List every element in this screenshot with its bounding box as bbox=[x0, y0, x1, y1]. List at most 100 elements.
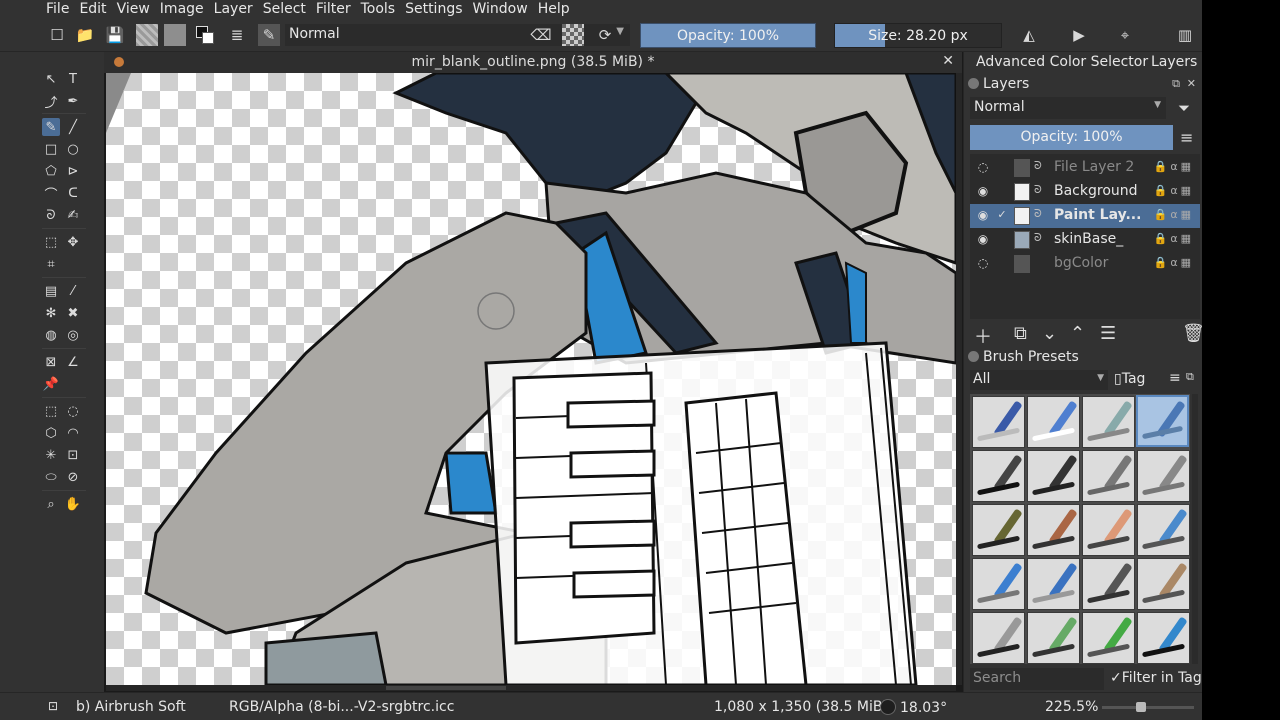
zoom-slider-handle[interactable] bbox=[1136, 702, 1146, 712]
preset-tile[interactable] bbox=[1027, 504, 1080, 556]
eye-icon[interactable]: ◉ bbox=[975, 184, 991, 200]
zoom-tool-icon[interactable]: ⌕ bbox=[42, 495, 60, 513]
preset-tile[interactable] bbox=[1082, 612, 1135, 664]
gradient-swatch-icon[interactable] bbox=[136, 24, 158, 46]
fg-bg-color-icon[interactable] bbox=[194, 24, 216, 46]
menu-view[interactable]: View bbox=[117, 1, 150, 17]
ellipse-tool-icon[interactable]: ○ bbox=[64, 140, 82, 158]
preset-tile[interactable] bbox=[972, 612, 1025, 664]
new-document-icon[interactable]: ☐ bbox=[46, 24, 68, 46]
rect-select-icon[interactable]: ⬚ bbox=[42, 402, 60, 420]
pattern-swatch-icon[interactable] bbox=[164, 24, 186, 46]
preset-tile[interactable] bbox=[972, 396, 1025, 448]
horizontal-scroll-thumb[interactable] bbox=[386, 686, 506, 690]
enclose-fill-icon[interactable]: ◎ bbox=[64, 326, 82, 344]
bezier-select-icon[interactable]: ⬭ bbox=[42, 468, 60, 486]
fill-tool-icon[interactable]: ◍ bbox=[42, 326, 60, 344]
smart-patch-icon[interactable]: ✻ bbox=[42, 304, 60, 322]
preset-tile[interactable] bbox=[1027, 558, 1080, 610]
mirror-horizontal-icon[interactable]: ◭ bbox=[1018, 24, 1040, 46]
menu-icon[interactable]: ≡ bbox=[1180, 128, 1193, 147]
preset-tile[interactable] bbox=[1137, 450, 1190, 502]
layer-lock-alpha-icons[interactable]: 🔒α▦ bbox=[1154, 160, 1194, 173]
preset-search-input[interactable]: Search bbox=[970, 668, 1104, 690]
line-tool-icon[interactable]: ╱ bbox=[64, 118, 82, 136]
magnetic-select-icon[interactable]: ⊘ bbox=[64, 468, 82, 486]
freehand-select-icon[interactable]: ◠ bbox=[64, 424, 82, 442]
add-layer-icon[interactable]: ＋ bbox=[974, 323, 992, 349]
preset-tile[interactable] bbox=[972, 504, 1025, 556]
open-document-icon[interactable]: 📁 bbox=[74, 24, 96, 46]
crop-tool-icon[interactable]: ⌗ bbox=[42, 255, 60, 273]
canvas[interactable] bbox=[106, 73, 956, 685]
preset-scrollbar[interactable] bbox=[1192, 394, 1198, 664]
float-icon[interactable]: ⧉ bbox=[1186, 370, 1194, 384]
select-shapes-icon[interactable]: ↖ bbox=[42, 70, 60, 88]
layer-lock-alpha-icons[interactable]: 🔒α▦ bbox=[1154, 256, 1194, 269]
preset-tile[interactable] bbox=[972, 558, 1025, 610]
reference-tool-icon[interactable]: 📌 bbox=[42, 375, 60, 393]
polygon-select-icon[interactable]: ⬡ bbox=[42, 424, 60, 442]
menu-image[interactable]: Image bbox=[160, 1, 204, 17]
zoom-level[interactable]: 225.5% bbox=[1045, 699, 1098, 715]
wrap-around-icon[interactable]: ⌖ bbox=[1114, 24, 1136, 46]
layer-row[interactable]: ◌ ᘐ File Layer 2 🔒α▦ bbox=[970, 156, 1200, 180]
text-tool-icon[interactable]: T bbox=[64, 70, 82, 88]
assistant-tool-icon[interactable]: ⊠ bbox=[42, 353, 60, 371]
vertical-scrollbar[interactable] bbox=[956, 73, 962, 685]
visibility-off-icon[interactable]: ◌ bbox=[975, 160, 991, 176]
layer-checkbox[interactable] bbox=[995, 256, 1009, 270]
visibility-off-icon[interactable]: ◌ bbox=[975, 256, 991, 272]
preset-tile[interactable] bbox=[1027, 396, 1080, 448]
layer-row[interactable]: ◉ ᘐ Background 🔒α▦ bbox=[970, 180, 1200, 204]
menu-filter[interactable]: Filter bbox=[316, 1, 351, 17]
document-tab[interactable]: mir_blank_outline.png (38.5 MiB) * ✕ bbox=[104, 52, 962, 73]
preset-tile[interactable] bbox=[1082, 504, 1135, 556]
contiguous-select-icon[interactable]: ✳ bbox=[42, 446, 60, 464]
layer-checkbox[interactable] bbox=[995, 232, 1009, 246]
preset-tile[interactable] bbox=[1137, 504, 1190, 556]
tab-advanced-color-selector[interactable]: Advanced Color Selector bbox=[976, 54, 1148, 70]
edit-shapes-icon[interactable]: ⤴ bbox=[42, 92, 60, 111]
move-tool-icon[interactable]: ✥ bbox=[64, 233, 82, 251]
tab-layers[interactable]: Layers bbox=[1151, 54, 1197, 70]
gradient-tool-icon[interactable]: ▤ bbox=[42, 282, 60, 300]
layer-checkbox[interactable] bbox=[995, 184, 1009, 198]
layer-row[interactable]: ◉ ᘐ skinBase_ 🔒α▦ bbox=[970, 228, 1200, 252]
menu-file[interactable]: File bbox=[46, 1, 69, 17]
menu-settings[interactable]: Settings bbox=[405, 1, 462, 17]
menu-edit[interactable]: Edit bbox=[79, 1, 106, 17]
menu-tools[interactable]: Tools bbox=[361, 1, 396, 17]
layer-row[interactable]: ◉ ✓ ᘐ Paint Lay... 🔒α▦ bbox=[970, 204, 1200, 228]
current-brush[interactable]: b) Airbrush Soft bbox=[76, 699, 186, 715]
brush-preset-icon[interactable]: ✎ bbox=[258, 24, 280, 46]
zoom-slider[interactable] bbox=[1102, 706, 1194, 709]
filter-icon[interactable]: ⏷ bbox=[1178, 99, 1190, 117]
dynamic-brush-icon[interactable]: ᘐ bbox=[42, 206, 60, 224]
move-layer-up-icon[interactable]: ⌃ bbox=[1070, 323, 1085, 344]
transform-tool-icon[interactable]: ⬚ bbox=[42, 233, 60, 251]
float-icon[interactable]: ⧉ bbox=[1172, 77, 1180, 91]
layer-properties-icon[interactable]: ☰ bbox=[1100, 323, 1116, 344]
colorize-mask-icon[interactable]: ✖ bbox=[64, 304, 82, 322]
reload-preset-icon[interactable]: ⟳ bbox=[594, 24, 616, 46]
save-document-icon[interactable]: 💾 bbox=[104, 24, 126, 46]
opacity-slider[interactable]: Opacity: 100% bbox=[640, 23, 816, 48]
layer-lock-alpha-icons[interactable]: 🔒α▦ bbox=[1154, 184, 1194, 197]
layer-lock-alpha-icons[interactable]: 🔒α▦ bbox=[1154, 208, 1194, 221]
eraser-mode-icon[interactable]: ⌫ bbox=[530, 24, 552, 46]
menu-layer[interactable]: Layer bbox=[214, 1, 253, 17]
preset-tile[interactable] bbox=[972, 450, 1025, 502]
similar-select-icon[interactable]: ⊡ bbox=[64, 446, 82, 464]
calligraphy-icon[interactable]: ✒ bbox=[64, 92, 82, 110]
preset-tile[interactable] bbox=[1136, 395, 1189, 447]
brush-preview-icon[interactable]: ⊡ bbox=[48, 699, 58, 713]
horizontal-scrollbar[interactable] bbox=[106, 685, 956, 691]
duplicate-layer-icon[interactable]: ⧉ bbox=[1014, 323, 1027, 344]
brush-settings-icon[interactable]: ≣ bbox=[226, 24, 248, 46]
preset-tile[interactable] bbox=[1082, 450, 1135, 502]
preset-tile[interactable] bbox=[1027, 612, 1080, 664]
preset-tile[interactable] bbox=[1137, 558, 1190, 610]
polyline-tool-icon[interactable]: ⊳ bbox=[64, 162, 82, 180]
rotation-dial-icon[interactable] bbox=[880, 699, 896, 715]
